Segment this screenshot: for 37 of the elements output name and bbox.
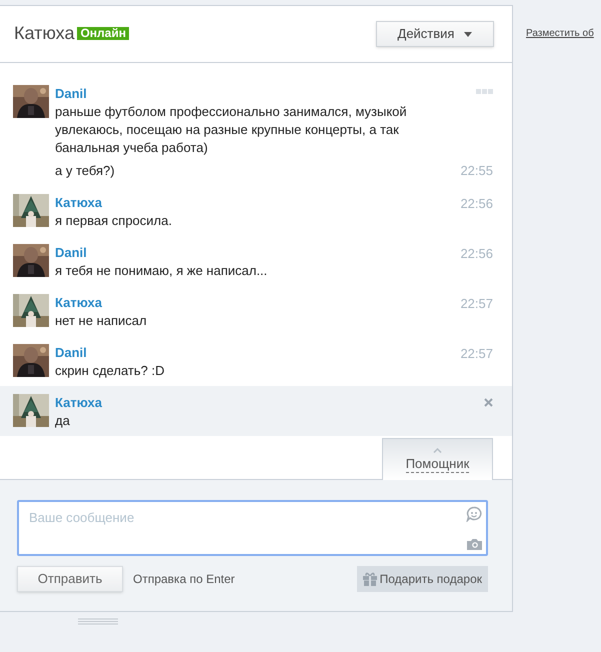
message-time: 22:57 [460,345,493,363]
close-icon[interactable] [484,398,493,407]
actions-button[interactable]: Действия [376,21,494,47]
side-link[interactable]: Разместить об [526,28,594,39]
author-name[interactable]: Danil [55,85,87,103]
status-badge: Онлайн [77,27,129,40]
author-name[interactable]: Катюха [55,294,102,312]
author-name[interactable]: Катюха [55,394,102,412]
chevron-up-icon [433,448,442,453]
message-time: 22:57 [460,295,493,313]
message-text: я тебя не понимаю, я же написал... [55,262,268,280]
message-time: 22:56 [460,195,493,213]
message-text: раньше футболом профессионально занимался, музыкой увлекаюсь, посещаю на разные крупные концерты, а так банальная учеба работа) [55,103,408,157]
author-name[interactable]: Danil [55,344,87,362]
helper-tab-label: Помощник [406,456,470,473]
message-text: я первая спросила. [55,212,172,230]
message-text: а у тебя?) [55,162,115,180]
helper-tab[interactable]: Помощник [382,438,493,480]
resize-grip-icon[interactable] [78,618,118,625]
send-button[interactable]: Отправить [17,566,123,592]
message-time: 22:56 [460,245,493,263]
message-text: скрин сделать? :D [55,362,164,380]
author-name[interactable]: Катюха [55,194,102,212]
smiley-icon[interactable] [466,506,482,522]
message-input[interactable]: Ваше сообщение [29,509,466,527]
message-time: 22:55 [460,162,493,180]
more-icon[interactable] [476,89,493,94]
author-name[interactable]: Danil [55,244,87,262]
message-text: да [55,412,70,430]
camera-icon[interactable] [466,538,482,550]
gift-button[interactable]: Подарить подарок [356,566,488,592]
contact-name: Катюха [14,22,74,45]
message-field[interactable]: Ваше сообщение [17,500,488,556]
caret-icon [464,32,472,36]
send-hint: Отправка по Enter [133,571,235,588]
message-text: нет не написал [55,312,147,330]
gift-icon [362,572,377,586]
